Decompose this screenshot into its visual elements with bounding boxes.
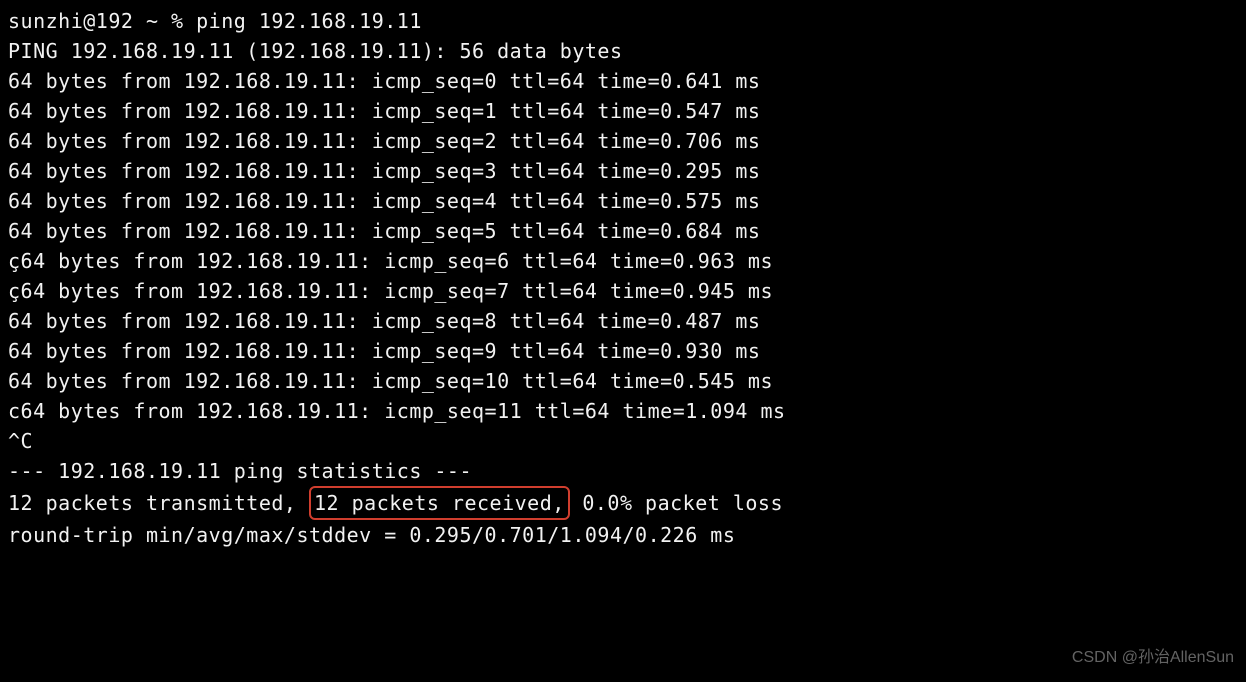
ping-reply: 64 bytes from 192.168.19.11: icmp_seq=9 …	[8, 336, 1238, 366]
packets-received-highlight: 12 packets received,	[309, 486, 570, 520]
packet-loss-text: 0.0% packet loss	[570, 491, 783, 515]
watermark-text: CSDN @孙治AllenSun	[1072, 646, 1234, 670]
ping-reply: 64 bytes from 192.168.19.11: icmp_seq=0 …	[8, 66, 1238, 96]
ping-reply: 64 bytes from 192.168.19.11: icmp_seq=8 …	[8, 306, 1238, 336]
ping-header: PING 192.168.19.11 (192.168.19.11): 56 d…	[8, 36, 1238, 66]
ping-reply: 64 bytes from 192.168.19.11: icmp_seq=2 …	[8, 126, 1238, 156]
interrupt-signal: ^C	[8, 426, 1238, 456]
ping-reply: ç64 bytes from 192.168.19.11: icmp_seq=6…	[8, 246, 1238, 276]
ping-reply: c64 bytes from 192.168.19.11: icmp_seq=1…	[8, 396, 1238, 426]
ping-reply: 64 bytes from 192.168.19.11: icmp_seq=5 …	[8, 216, 1238, 246]
rtt-stats-line: round-trip min/avg/max/stddev = 0.295/0.…	[8, 520, 1238, 550]
ping-reply: ç64 bytes from 192.168.19.11: icmp_seq=7…	[8, 276, 1238, 306]
ping-reply: 64 bytes from 192.168.19.11: icmp_seq=4 …	[8, 186, 1238, 216]
ping-reply: 64 bytes from 192.168.19.11: icmp_seq=1 …	[8, 96, 1238, 126]
packets-transmitted-text: 12 packets transmitted,	[8, 491, 309, 515]
ping-reply: 64 bytes from 192.168.19.11: icmp_seq=10…	[8, 366, 1238, 396]
stats-summary-line: 12 packets transmitted, 12 packets recei…	[8, 486, 1238, 520]
command-prompt-line: sunzhi@192 ~ % ping 192.168.19.11	[8, 6, 1238, 36]
stats-header: --- 192.168.19.11 ping statistics ---	[8, 456, 1238, 486]
ping-reply: 64 bytes from 192.168.19.11: icmp_seq=3 …	[8, 156, 1238, 186]
terminal-output[interactable]: sunzhi@192 ~ % ping 192.168.19.11 PING 1…	[8, 6, 1238, 550]
